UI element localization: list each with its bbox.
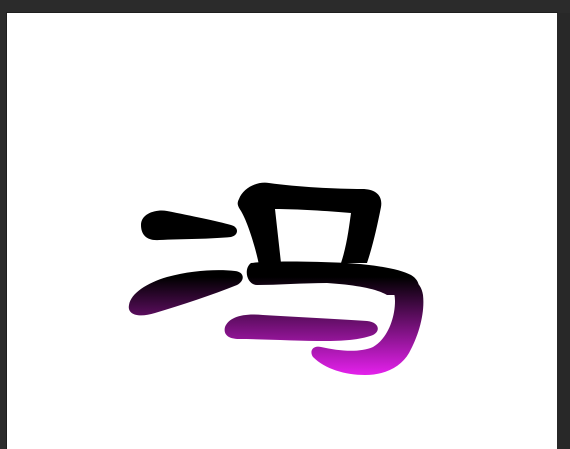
stroke-top-hook <box>237 182 382 265</box>
stroke-top-left <box>141 210 237 241</box>
document-canvas[interactable] <box>7 13 557 449</box>
editor-workspace <box>0 0 570 449</box>
character-artwork <box>128 182 424 375</box>
stroke-bottom-bar <box>224 314 378 341</box>
panel-edge <box>557 13 570 449</box>
stroke-bottom-left <box>128 270 243 316</box>
